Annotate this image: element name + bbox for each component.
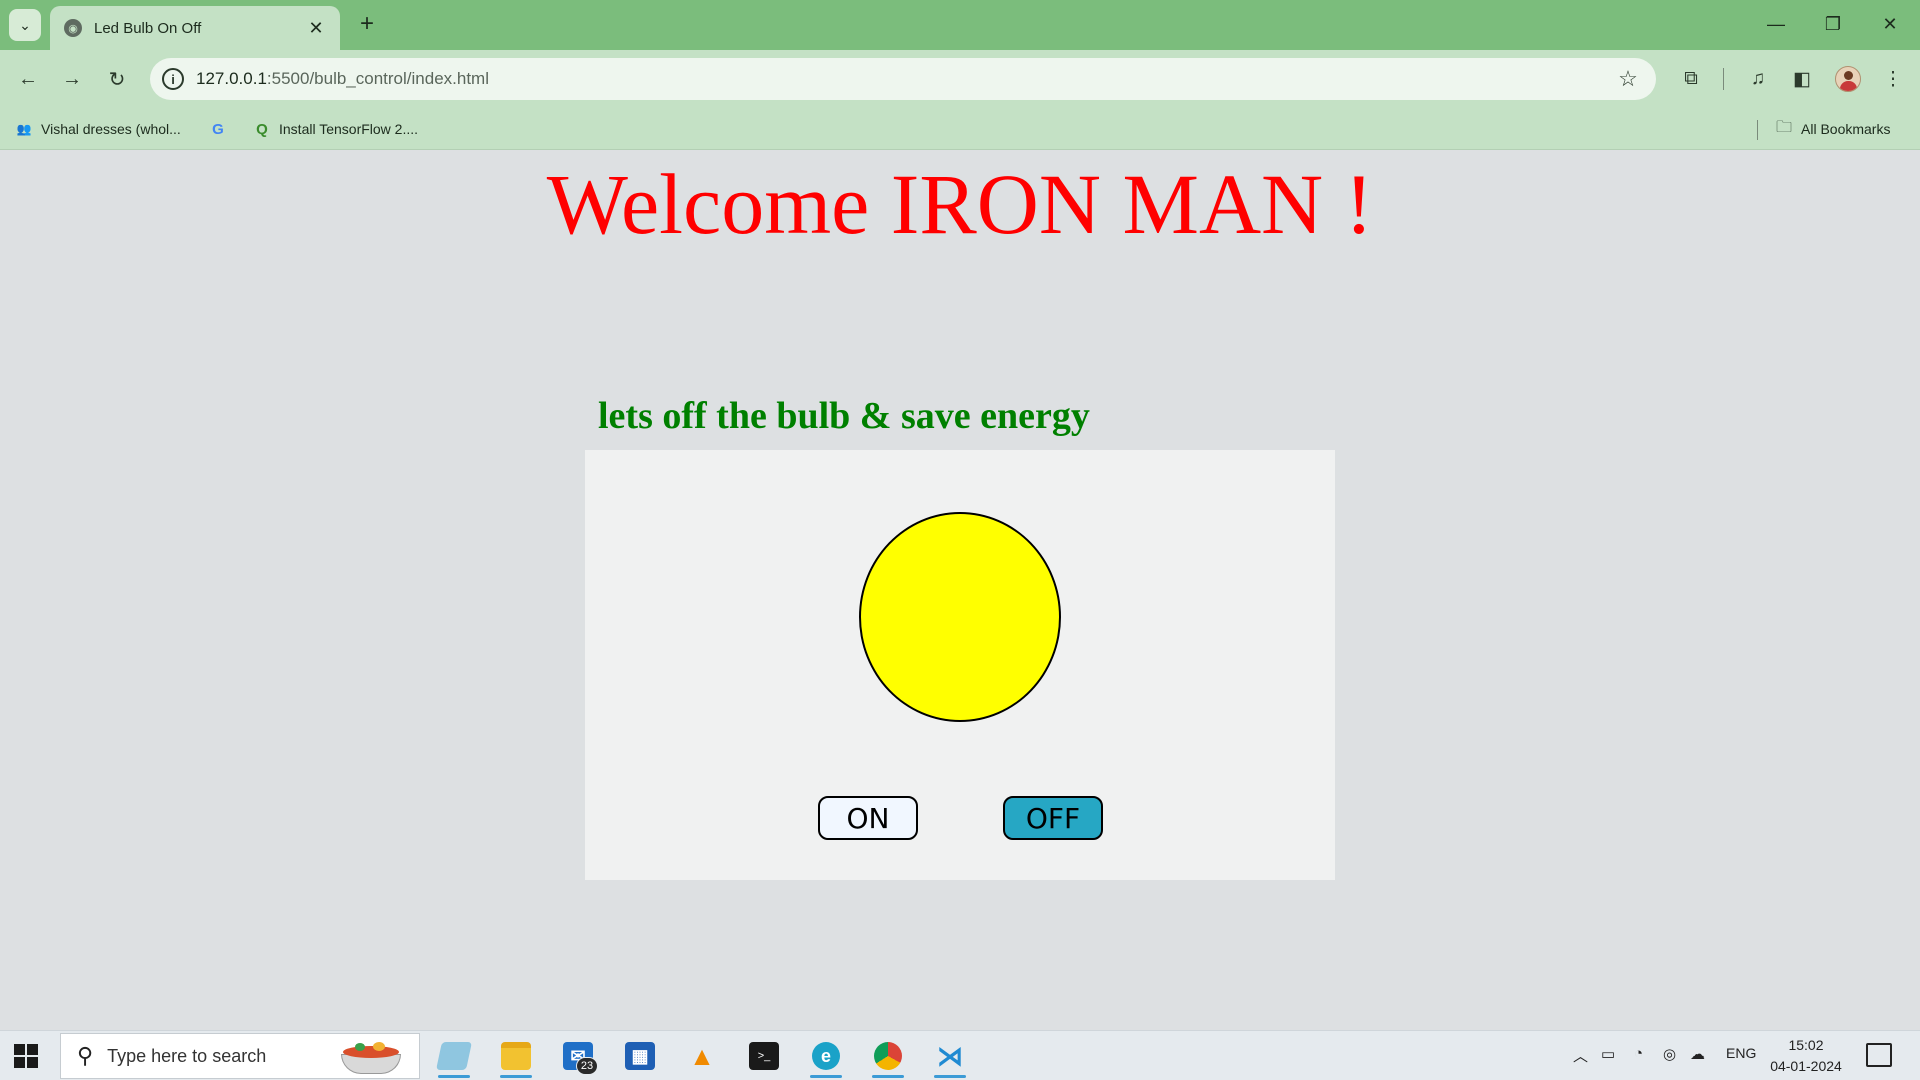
bookmark-label: Vishal dresses (whol... xyxy=(41,121,181,137)
page-title: Welcome IRON MAN ! xyxy=(546,156,1374,252)
taskbar-app-chrome[interactable] xyxy=(862,1034,914,1078)
notepad-icon xyxy=(436,1042,472,1070)
forward-arrow-icon[interactable]: → xyxy=(56,63,88,95)
tab-title: Led Bulb On Off xyxy=(94,19,202,37)
url-text[interactable]: 127.0.0.1:5500/bulb_control/index.html xyxy=(196,69,1608,89)
browser-toolbar: ← → ↻ i 127.0.0.1:5500/bulb_control/inde… xyxy=(0,50,1920,108)
bookmark-google[interactable]: G xyxy=(210,117,235,141)
terminal-icon: >_ xyxy=(749,1042,779,1070)
off-button[interactable]: OFF xyxy=(1003,796,1103,840)
windows-start-icon[interactable] xyxy=(14,1044,38,1068)
globe-icon: ◉ xyxy=(64,19,82,37)
taskbar-search-box[interactable]: ⚲ Type here to search xyxy=(60,1033,420,1079)
language-indicator[interactable]: ENG xyxy=(1726,1045,1756,1061)
bookmark-install-tensorflow[interactable]: Q Install TensorFlow 2.... xyxy=(254,117,418,141)
all-bookmarks-label: All Bookmarks xyxy=(1801,121,1891,137)
media-controls-icon[interactable]: ♫ xyxy=(1742,63,1774,95)
folder-icon: 🗀 xyxy=(1776,118,1793,136)
address-bar[interactable]: i 127.0.0.1:5500/bulb_control/index.html… xyxy=(150,58,1656,100)
more-menu-icon[interactable]: ⋮ xyxy=(1877,63,1909,95)
close-window-button[interactable]: ✕ xyxy=(1870,8,1910,40)
bookmarks-divider xyxy=(1757,120,1758,140)
google-g-icon: G xyxy=(212,120,224,138)
microsoft-store-icon: ▦ xyxy=(625,1042,655,1070)
people-icon: 👥 xyxy=(16,122,32,136)
bookmark-label: Install TensorFlow 2.... xyxy=(279,121,419,137)
minimize-button[interactable]: — xyxy=(1756,8,1796,40)
taskbar-app-vlc[interactable]: ▲ xyxy=(676,1034,728,1078)
vlc-cone-icon: ▲ xyxy=(689,1040,715,1071)
clock-date: 04-01-2024 xyxy=(1770,1058,1842,1074)
taskbar-app-notepad[interactable] xyxy=(428,1034,480,1078)
battery-icon[interactable]: ▭ xyxy=(1601,1045,1615,1063)
search-highlight-bowl-icon[interactable] xyxy=(337,1038,405,1076)
search-icon: ⚲ xyxy=(77,1043,94,1068)
page-subtitle: lets off the bulb & save energy xyxy=(598,395,1090,437)
onedrive-cloud-icon[interactable]: ☁ xyxy=(1690,1045,1705,1063)
extensions-puzzle-icon[interactable]: ⧉ xyxy=(1675,63,1707,95)
vscode-icon: ⋊ xyxy=(937,1040,963,1071)
taskbar-app-terminal[interactable]: >_ xyxy=(738,1034,790,1078)
taskbar-app-edge[interactable]: e xyxy=(800,1034,852,1078)
tab-search-chevron-icon[interactable]: ⌄ xyxy=(9,9,41,41)
taskbar-app-store[interactable]: ▦ xyxy=(614,1034,666,1078)
bulb-control-panel: ON OFF xyxy=(585,450,1335,880)
on-button[interactable]: ON xyxy=(818,796,918,840)
taskbar-clock[interactable]: 15:02 04-01-2024 xyxy=(1764,1035,1848,1077)
taskbar-app-file-explorer[interactable] xyxy=(490,1034,542,1078)
notifications-icon[interactable] xyxy=(1866,1043,1892,1067)
browser-tab-strip: ⌄ ◉ Led Bulb On Off ✕ + — ❐ ✕ xyxy=(0,0,1920,50)
url-host: 127.0.0.1 xyxy=(196,69,267,88)
windows-taskbar: ⚲ Type here to search ✉ 23 ▦ ▲ >_ e ⋊ ︿ … xyxy=(0,1030,1920,1080)
mail-count-badge: 23 xyxy=(576,1057,598,1075)
tab-close-icon[interactable]: ✕ xyxy=(306,18,326,39)
search-q-icon: Q xyxy=(256,120,268,138)
bookmark-star-icon[interactable]: ☆ xyxy=(1608,66,1648,92)
page-viewport: Welcome IRON MAN ! lets off the bulb & s… xyxy=(0,150,1920,1030)
profile-avatar[interactable] xyxy=(1835,66,1861,92)
taskbar-app-vscode[interactable]: ⋊ xyxy=(924,1034,976,1078)
site-info-icon[interactable]: i xyxy=(162,68,184,90)
bulb-circle xyxy=(859,512,1061,722)
reload-icon[interactable]: ↻ xyxy=(101,63,133,95)
bookmarks-bar: 👥 Vishal dresses (whol... G Q Install Te… xyxy=(0,108,1920,150)
taskbar-app-mail[interactable]: ✉ 23 xyxy=(552,1034,604,1078)
show-hidden-icons-chevron-icon[interactable]: ︿ xyxy=(1573,1045,1588,1066)
all-bookmarks-button[interactable]: 🗀 All Bookmarks xyxy=(1776,117,1890,141)
bookmark-vishal-dresses[interactable]: 👥 Vishal dresses (whol... xyxy=(16,117,181,141)
side-panel-icon[interactable]: ◧ xyxy=(1786,63,1818,95)
wifi-icon[interactable]: ◔ xyxy=(1634,1045,1643,1062)
browser-tab-active[interactable]: ◉ Led Bulb On Off ✕ xyxy=(50,6,340,50)
new-tab-button[interactable]: + xyxy=(353,10,381,38)
webcam-icon[interactable]: ◎ xyxy=(1663,1045,1676,1063)
back-arrow-icon[interactable]: ← xyxy=(12,63,44,95)
restore-button[interactable]: ❐ xyxy=(1813,8,1853,40)
url-path: :5500/bulb_control/index.html xyxy=(266,69,489,88)
edge-icon: e xyxy=(812,1042,840,1070)
folder-icon xyxy=(501,1042,531,1070)
clock-time: 15:02 xyxy=(1788,1037,1824,1053)
toolbar-divider xyxy=(1723,68,1724,90)
chrome-icon xyxy=(874,1042,902,1070)
